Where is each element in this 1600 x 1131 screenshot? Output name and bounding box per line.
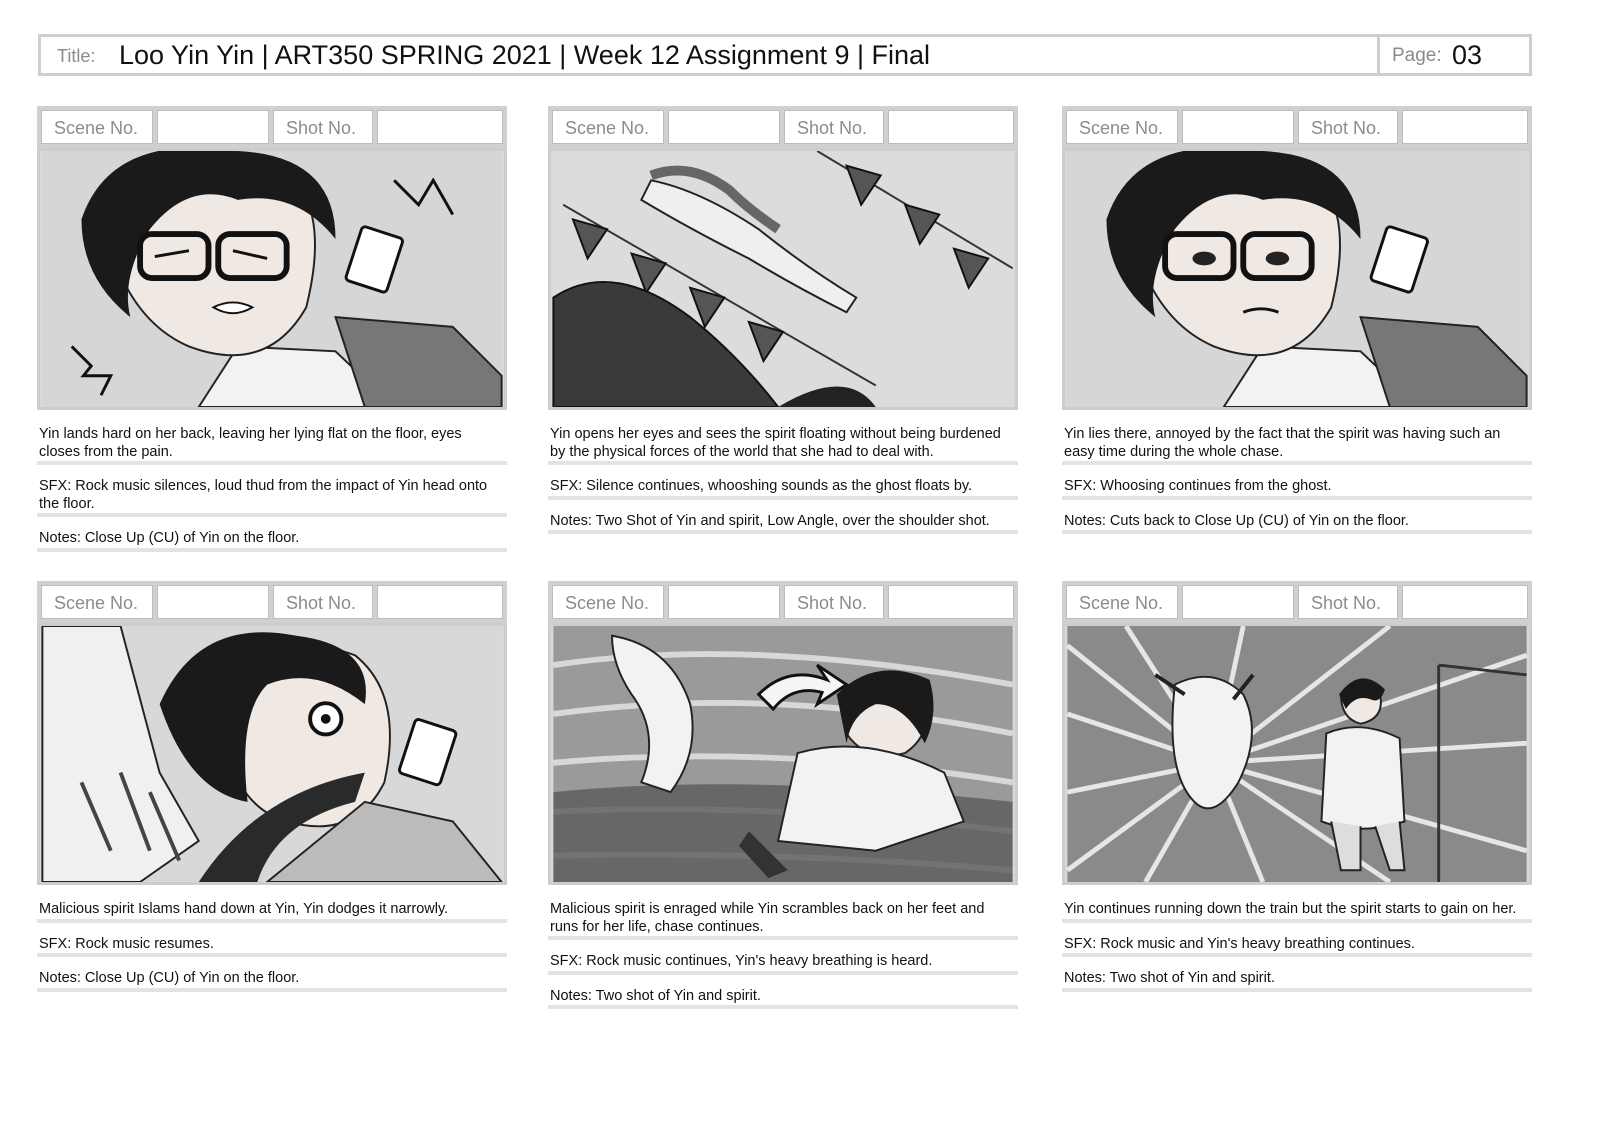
action-text: Yin lies there, annoyed by the fact that… [1062,426,1532,465]
notes-text: Notes: Cuts back to Close Up (CU) of Yin… [1062,513,1532,534]
shot-number-field[interactable] [1402,585,1528,619]
scene-number-label: Scene No. [552,585,664,619]
panel-header: Scene No. Shot No. [37,581,507,623]
sfx-text: SFX: Rock music continues, Yin's heavy b… [548,953,1018,974]
action-text: Yin continues running down the train but… [1062,901,1532,922]
scene-number-label: Scene No. [1066,110,1178,144]
sfx-text: SFX: Silence continues, whooshing sounds… [548,478,1018,499]
sfx-text: SFX: Rock music silences, loud thud from… [37,478,507,517]
sketch-spirit-hand-strike [41,626,503,882]
panel-sketch [1062,148,1532,410]
scene-number-field[interactable] [668,585,780,619]
panel-header: Scene No. Shot No. [1062,106,1532,148]
scene-number-label: Scene No. [41,585,153,619]
panel-description: Yin lies there, annoyed by the fact that… [1062,426,1532,547]
panel-sketch [37,623,507,885]
notes-text: Notes: Two shot of Yin and spirit. [1062,970,1532,991]
shot-number-field[interactable] [888,585,1014,619]
title-label: Title: [57,46,96,66]
action-text: Yin opens her eyes and sees the spirit f… [548,426,1018,465]
panel-description: Malicious spirit Islams hand down at Yin… [37,901,507,1005]
sketch-closeup-annoyed [1067,151,1528,407]
panel-sketch [548,623,1018,885]
shot-number-field[interactable] [377,585,503,619]
page-title: Loo Yin Yin | ART350 SPRING 2021 | Week … [119,40,931,70]
sketch-yin-scrambles [552,626,1014,882]
page-box: Page: 03 [1377,37,1529,73]
panel-description: Yin opens her eyes and sees the spirit f… [548,426,1018,547]
scene-number-field[interactable] [668,110,780,144]
shot-number-label: Shot No. [784,585,884,619]
panel-header: Scene No. Shot No. [1062,581,1532,623]
shot-number-label: Shot No. [273,585,373,619]
scene-number-field[interactable] [157,110,269,144]
shot-number-label: Shot No. [273,110,373,144]
action-text: Malicious spirit Islams hand down at Yin… [37,901,507,922]
panel-sketch [37,148,507,410]
shot-number-label: Shot No. [1298,110,1398,144]
notes-text: Notes: Close Up (CU) of Yin on the floor… [37,530,507,551]
shot-number-label: Shot No. [784,110,884,144]
page-number: 03 [1452,40,1483,70]
action-text: Yin lands hard on her back, leaving her … [37,426,507,465]
panel-header: Scene No. Shot No. [548,581,1018,623]
notes-text: Notes: Close Up (CU) of Yin on the floor… [37,970,507,991]
panel-header: Scene No. Shot No. [37,106,507,148]
notes-text: Notes: Two shot of Yin and spirit. [548,988,1018,1009]
scene-number-label: Scene No. [41,110,153,144]
shot-number-field[interactable] [888,110,1014,144]
scene-number-label: Scene No. [552,110,664,144]
scene-number-field[interactable] [157,585,269,619]
shot-number-field[interactable] [1402,110,1528,144]
panel-header: Scene No. Shot No. [548,106,1018,148]
notes-text: Notes: Two Shot of Yin and spirit, Low A… [548,513,1018,534]
shot-number-field[interactable] [377,110,503,144]
sketch-closeup-eyes-closed [42,151,503,407]
page-label: Page: [1392,45,1442,66]
panel-sketch [548,148,1018,410]
sfx-text: SFX: Rock music resumes. [37,936,507,957]
scene-number-field[interactable] [1182,585,1294,619]
panel-sketch [1062,623,1532,885]
panel-description: Malicious spirit is enraged while Yin sc… [548,901,1018,1022]
scene-number-label: Scene No. [1066,585,1178,619]
sfx-text: SFX: Rock music and Yin's heavy breathin… [1062,936,1532,957]
title-bar: Title: Loo Yin Yin | ART350 SPRING 2021 … [38,34,1532,76]
sketch-low-angle-spirit [552,151,1014,407]
sketch-train-chase [1065,626,1528,882]
shot-number-label: Shot No. [1298,585,1398,619]
action-text: Malicious spirit is enraged while Yin sc… [548,901,1018,940]
scene-number-field[interactable] [1182,110,1294,144]
panel-description: Yin lands hard on her back, leaving her … [37,426,507,565]
panel-description: Yin continues running down the train but… [1062,901,1532,1005]
sfx-text: SFX: Whoosing continues from the ghost. [1062,478,1532,499]
